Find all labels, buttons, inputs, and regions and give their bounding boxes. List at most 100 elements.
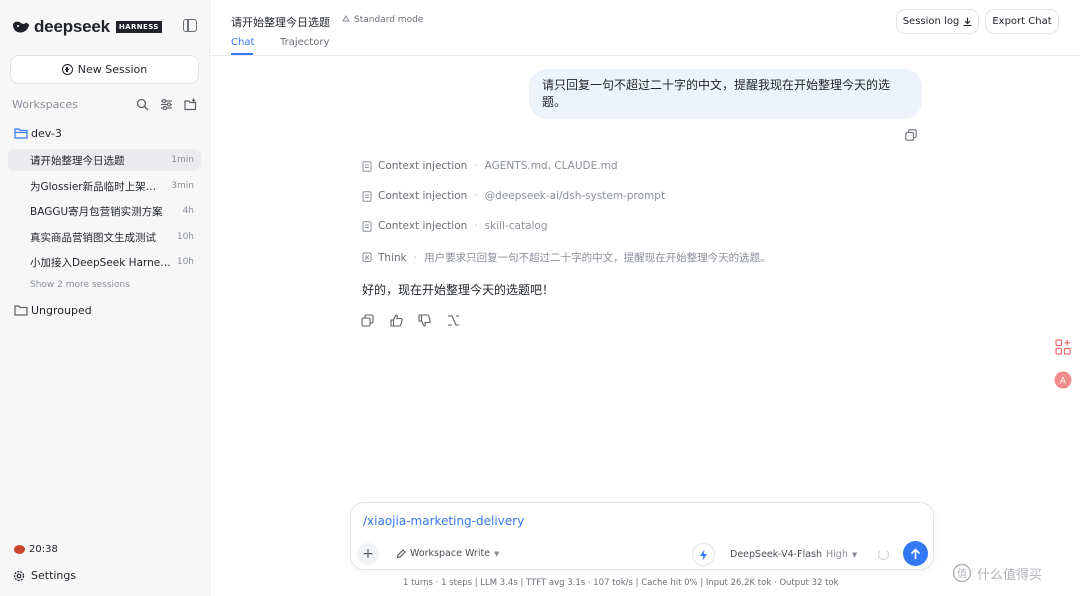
translate-icon[interactable]: A bbox=[1054, 371, 1072, 389]
new-folder-icon[interactable] bbox=[184, 98, 197, 111]
message-input[interactable]: /xiaojia-marketing-delivery bbox=[363, 514, 524, 528]
step-value: @deepseek-ai/dsh-system-prompt bbox=[484, 190, 666, 202]
assistant-message: 好的，现在开始整理今天的选题吧！ bbox=[362, 283, 555, 297]
workspace-name[interactable]: dev-3 bbox=[31, 127, 62, 140]
document-icon bbox=[362, 160, 372, 172]
step-value: skill-catalog bbox=[484, 220, 548, 232]
mode-label: Standard mode bbox=[354, 15, 424, 25]
context-injection-step[interactable]: Context injection · skill-catalog bbox=[362, 220, 548, 232]
model-name: DeepSeek-V4-Flash bbox=[730, 549, 822, 560]
svg-text:A: A bbox=[1060, 377, 1067, 387]
plus-circle-icon bbox=[61, 64, 73, 75]
new-session-button[interactable]: New Session bbox=[10, 55, 199, 84]
settings-label: Settings bbox=[31, 569, 77, 582]
step-separator: · bbox=[474, 190, 478, 202]
copy-icon[interactable] bbox=[361, 314, 374, 327]
session-time: 3min bbox=[171, 181, 194, 191]
brand-badge: HARNESS bbox=[115, 21, 162, 33]
chevron-down-icon: ▼ bbox=[851, 550, 858, 559]
settings-button[interactable]: Settings bbox=[13, 569, 76, 582]
filter-sliders-icon[interactable] bbox=[160, 98, 173, 111]
session-item[interactable]: 请开始整理今日选题 1min bbox=[8, 149, 201, 171]
session-title: 小加接入DeepSeek Harness的过程 bbox=[30, 256, 171, 269]
session-title: 请开始整理今日选题 bbox=[30, 154, 125, 167]
lightning-icon bbox=[700, 549, 707, 560]
context-injection-step[interactable]: Context injection · AGENTS.md, CLAUDE.md bbox=[362, 160, 618, 172]
context-injection-step[interactable]: Context injection · @deepseek-ai/dsh-sys… bbox=[362, 190, 665, 202]
step-separator: · bbox=[474, 220, 478, 232]
fast-mode-button[interactable] bbox=[692, 543, 715, 566]
copy-icon[interactable] bbox=[905, 129, 917, 141]
sidebar-toggle-icon[interactable] bbox=[183, 19, 197, 32]
add-attachment-button[interactable]: + bbox=[357, 543, 379, 565]
session-title: 真实商品营销图文生成测试 bbox=[30, 231, 156, 244]
step-label: Think bbox=[378, 251, 407, 264]
session-item[interactable]: 真实商品营销图文生成测试 10h bbox=[8, 226, 201, 248]
watermark-logo-icon: 值 bbox=[952, 563, 972, 583]
session-time: 1min bbox=[171, 155, 194, 165]
chevron-down-icon: ▼ bbox=[494, 549, 500, 558]
workspaces-label: Workspaces bbox=[12, 98, 78, 111]
session-log-button[interactable]: Session log bbox=[896, 9, 979, 34]
recycle-icon bbox=[342, 15, 350, 22]
ungrouped-label[interactable]: Ungrouped bbox=[31, 304, 92, 317]
arrow-up-icon bbox=[910, 547, 921, 559]
brand[interactable]: deepseek HARNESS bbox=[12, 17, 162, 37]
session-time: 4h bbox=[182, 206, 194, 216]
loading-spinner-icon bbox=[878, 549, 889, 560]
document-icon bbox=[362, 190, 372, 202]
session-time: 10h bbox=[176, 232, 194, 242]
session-time: 10h bbox=[176, 257, 194, 267]
session-item[interactable]: BAGGU寄月包营销实测方案 4h bbox=[8, 200, 201, 222]
session-item[interactable]: 为Glossier新品临时上架生成商品图 3min bbox=[8, 175, 201, 197]
workspace-mode-label: Workspace Write bbox=[410, 548, 491, 559]
send-button[interactable] bbox=[903, 541, 928, 566]
show-more-sessions-link[interactable]: Show 2 more sessions bbox=[30, 280, 130, 290]
step-label: Context injection bbox=[378, 220, 468, 232]
thumbs-down-icon[interactable] bbox=[418, 314, 431, 327]
watermark-text: 什么值得买 bbox=[977, 567, 1043, 583]
conversation-title: 请开始整理今日选题 bbox=[231, 16, 330, 29]
clock-time: 20:38 bbox=[29, 544, 58, 555]
brand-name: deepseek bbox=[34, 17, 110, 36]
tab-chat[interactable]: Chat bbox=[231, 37, 254, 48]
pencil-icon bbox=[396, 548, 406, 558]
watermark: 值 什么值得买 bbox=[952, 563, 1042, 583]
step-separator: · bbox=[474, 160, 478, 172]
brain-icon bbox=[362, 252, 372, 262]
step-value: AGENTS.md, CLAUDE.md bbox=[484, 160, 618, 172]
svg-text:值: 值 bbox=[957, 567, 967, 580]
export-chat-label: Export Chat bbox=[992, 16, 1052, 27]
search-icon[interactable] bbox=[136, 98, 149, 111]
tomato-icon bbox=[14, 545, 25, 554]
folder-open-icon bbox=[14, 128, 28, 139]
thumbs-up-icon[interactable] bbox=[390, 314, 403, 327]
conversation-header: 请开始整理今日选题 Standard mode Chat Trajectory … bbox=[210, 0, 1080, 56]
think-step[interactable]: Think · 用户要求只回复一句不超过二十字的中文，提醒现在开始整理今天的选题… bbox=[362, 250, 771, 265]
session-log-label: Session log bbox=[902, 16, 960, 27]
export-chat-button[interactable]: Export Chat bbox=[985, 9, 1059, 34]
tab-trajectory[interactable]: Trajectory bbox=[280, 37, 329, 48]
download-icon bbox=[963, 17, 972, 26]
apps-grid-icon[interactable] bbox=[1054, 338, 1072, 356]
new-session-label: New Session bbox=[77, 63, 148, 76]
session-title: BAGGU寄月包营销实测方案 bbox=[30, 205, 163, 218]
model-select[interactable]: DeepSeek-V4-Flash High ▼ bbox=[730, 549, 857, 560]
clock: 20:38 bbox=[14, 544, 58, 555]
step-value: 用户要求只回复一句不超过二十字的中文，提醒现在开始整理今天的选题。 bbox=[424, 252, 771, 264]
workspace-mode-select[interactable]: Workspace Write ▼ bbox=[396, 548, 499, 559]
effort-level: High bbox=[826, 549, 848, 560]
mode-indicator[interactable]: Standard mode bbox=[341, 15, 423, 25]
user-message: 请只回复一句不超过二十字的中文，提醒我现在开始整理今天的选题。 bbox=[529, 69, 922, 119]
step-label: Context injection bbox=[378, 190, 468, 202]
composer: /xiaojia-marketing-delivery + Workspace … bbox=[350, 502, 934, 570]
session-title: 为Glossier新品临时上架生成商品图 bbox=[30, 180, 166, 193]
step-separator: · bbox=[413, 251, 418, 264]
gear-icon bbox=[13, 570, 25, 581]
whale-logo-icon bbox=[13, 21, 29, 33]
session-item[interactable]: 小加接入DeepSeek Harness的过程 10h bbox=[8, 251, 201, 273]
status-bar: 1 turns · 1 steps | LLM 3.4s | TTFT avg … bbox=[403, 578, 839, 588]
folder-icon bbox=[14, 305, 28, 316]
branch-icon[interactable] bbox=[447, 314, 460, 327]
step-label: Context injection bbox=[378, 160, 468, 172]
